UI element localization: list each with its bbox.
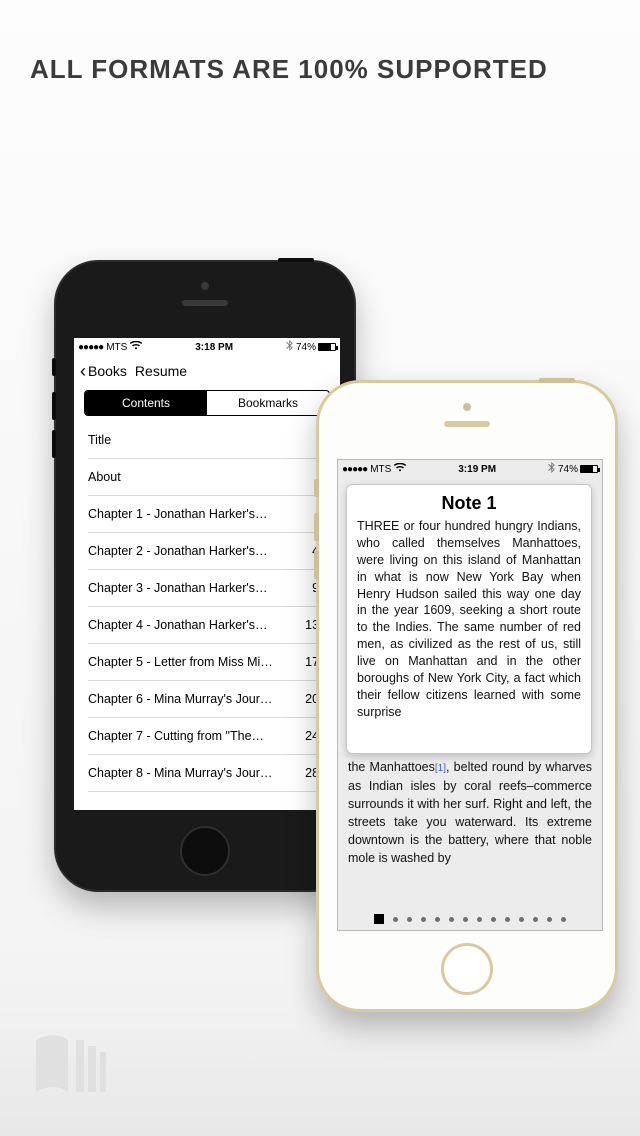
battery-icon — [580, 465, 598, 473]
toc-label: Chapter 5 - Letter from Miss Mi… — [88, 655, 273, 669]
page-dot[interactable] — [449, 917, 454, 922]
status-bar: ●●●●● MTS 3:19 PM 74% — [338, 460, 602, 478]
clock: 3:18 PM — [142, 342, 286, 353]
toc-row[interactable]: Chapter 6 - Mina Murray's Jour…201 — [88, 681, 326, 718]
toc-label: Chapter 6 - Mina Murray's Jour… — [88, 692, 272, 706]
clock: 3:19 PM — [406, 464, 548, 475]
toc-row[interactable]: Chapter 2 - Jonathan Harker's…49 — [88, 533, 326, 570]
battery-pct: 74% — [558, 464, 578, 475]
home-button[interactable] — [180, 826, 230, 876]
page-dot[interactable] — [435, 917, 440, 922]
footnote-ref[interactable]: [1] — [435, 763, 446, 774]
bluetooth-icon — [548, 462, 555, 476]
page-dot[interactable] — [519, 917, 524, 922]
phone-speaker — [444, 421, 490, 427]
volume-up — [314, 513, 319, 541]
bluetooth-icon — [286, 340, 293, 354]
toc-row[interactable]: Title2 — [88, 422, 326, 459]
reader-body[interactable]: the Manhattoes[1], belted round by wharv… — [348, 758, 592, 867]
page-dot[interactable] — [505, 917, 510, 922]
page-indicator[interactable] — [348, 914, 592, 924]
page-dot[interactable] — [393, 917, 398, 922]
toc-label: Chapter 1 - Jonathan Harker's… — [88, 507, 268, 521]
toc-label: Chapter 4 - Jonathan Harker's… — [88, 618, 268, 632]
phone-mockup-gold: ●●●●● MTS 3:19 PM 74% Note 1 THREE or fo… — [316, 380, 618, 1012]
phone-mockup-black: ●●●●● MTS 3:18 PM 74% ‹ Books Resume Con… — [54, 260, 356, 892]
toc-list: Title2About3Chapter 1 - Jonathan Harker'… — [88, 422, 326, 792]
page-dot[interactable] — [421, 917, 426, 922]
tab-contents[interactable]: Contents — [85, 391, 207, 415]
toc-label: Chapter 8 - Mina Murray's Jour… — [88, 766, 272, 780]
front-camera — [463, 403, 471, 411]
power-button — [278, 258, 314, 262]
page-dot[interactable] — [407, 917, 412, 922]
phone-speaker — [182, 300, 228, 306]
mute-switch — [52, 358, 56, 376]
back-button[interactable]: Books — [88, 363, 127, 379]
page-dot[interactable] — [561, 917, 566, 922]
wifi-icon — [394, 463, 406, 475]
brand-logo-icon — [22, 1018, 110, 1106]
back-chevron-icon[interactable]: ‹ — [80, 362, 86, 380]
home-button[interactable] — [441, 943, 493, 995]
signal-dots-icon: ●●●●● — [78, 342, 103, 353]
note-title: Note 1 — [357, 493, 581, 514]
page-current-icon — [374, 914, 384, 924]
volume-down — [314, 551, 319, 579]
carrier-label: MTS — [370, 464, 391, 475]
battery-icon — [318, 343, 336, 351]
screen-reader: ●●●●● MTS 3:19 PM 74% Note 1 THREE or fo… — [337, 459, 603, 931]
volume-down — [52, 430, 56, 458]
toc-row[interactable]: Chapter 5 - Letter from Miss Mi…175 — [88, 644, 326, 681]
tab-bookmarks[interactable]: Bookmarks — [207, 391, 329, 415]
volume-up — [52, 392, 56, 420]
front-camera — [201, 282, 209, 290]
page-dot[interactable] — [533, 917, 538, 922]
status-bar: ●●●●● MTS 3:18 PM 74% — [74, 338, 340, 356]
nav-bar: ‹ Books Resume — [74, 356, 340, 386]
reader-body-pre: the Manhattoes — [348, 760, 435, 774]
toc-row[interactable]: Chapter 4 - Jonathan Harker's…131 — [88, 607, 326, 644]
toc-label: Title — [88, 433, 111, 447]
page-dot[interactable] — [547, 917, 552, 922]
marketing-headline: ALL FORMATS ARE 100% SUPPORTED — [30, 54, 548, 85]
carrier-label: MTS — [106, 342, 127, 353]
screen-contents: ●●●●● MTS 3:18 PM 74% ‹ Books Resume Con… — [74, 338, 340, 810]
toc-label: Chapter 2 - Jonathan Harker's… — [88, 544, 268, 558]
page-dot[interactable] — [491, 917, 496, 922]
wifi-icon — [130, 341, 142, 353]
signal-dots-icon: ●●●●● — [342, 464, 367, 475]
toc-label: About — [88, 470, 121, 484]
toc-row[interactable]: Chapter 8 - Mina Murray's Jour…285 — [88, 755, 326, 792]
power-button — [539, 378, 575, 383]
note-popover[interactable]: Note 1 THREE or four hundred hungry Indi… — [346, 484, 592, 754]
battery-pct: 74% — [296, 342, 316, 353]
toc-row[interactable]: About3 — [88, 459, 326, 496]
page-dot[interactable] — [463, 917, 468, 922]
toc-label: Chapter 3 - Jonathan Harker's… — [88, 581, 268, 595]
reader-body-post: , belted round by wharves as Indian isle… — [348, 760, 592, 865]
toc-row[interactable]: Chapter 7 - Cutting from "The…243 — [88, 718, 326, 755]
page-dot[interactable] — [477, 917, 482, 922]
resume-button[interactable]: Resume — [135, 363, 187, 379]
toc-row[interactable]: Chapter 1 - Jonathan Harker's…5 — [88, 496, 326, 533]
segmented-control: Contents Bookmarks — [84, 390, 330, 416]
note-body: THREE or four hundred hungry Indians, wh… — [357, 518, 581, 721]
toc-label: Chapter 7 - Cutting from "The… — [88, 729, 264, 743]
toc-row[interactable]: Chapter 3 - Jonathan Harker's…90 — [88, 570, 326, 607]
mute-switch — [314, 479, 319, 497]
